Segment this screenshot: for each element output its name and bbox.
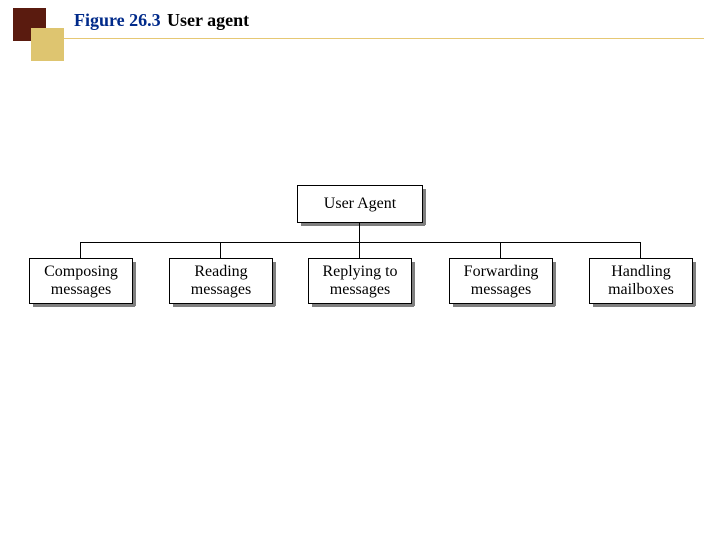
node-child-line: Composing (44, 263, 118, 281)
node-child-line: messages (191, 281, 251, 299)
node-child-line: messages (471, 281, 531, 299)
header-rule (64, 38, 704, 39)
node-child-line: Handling (611, 263, 671, 281)
slide: Figure 26.3 User agent User Agent Compos… (0, 0, 720, 540)
figure-title: User agent (167, 10, 249, 31)
node-child-line: messages (330, 281, 390, 299)
node-root-label: User Agent (324, 195, 396, 213)
connector (500, 242, 501, 258)
connector (359, 242, 360, 258)
node-child-line: Replying to (322, 263, 397, 281)
node-child-1: Reading messages (169, 258, 273, 304)
node-child-3: Forwarding messages (449, 258, 553, 304)
connector (359, 222, 360, 242)
connector (220, 242, 221, 258)
node-child-4: Handling mailboxes (589, 258, 693, 304)
node-child-line: Reading (194, 263, 247, 281)
connector (80, 242, 81, 258)
connector (640, 242, 641, 258)
node-child-line: mailboxes (608, 281, 674, 299)
corner-square-light (31, 28, 64, 61)
node-child-line: Forwarding (464, 263, 539, 281)
node-child-2: Replying to messages (308, 258, 412, 304)
node-child-line: messages (51, 281, 111, 299)
node-child-0: Composing messages (29, 258, 133, 304)
connector (80, 242, 640, 243)
node-root: User Agent (297, 185, 423, 223)
figure-number: Figure 26.3 (74, 10, 161, 31)
